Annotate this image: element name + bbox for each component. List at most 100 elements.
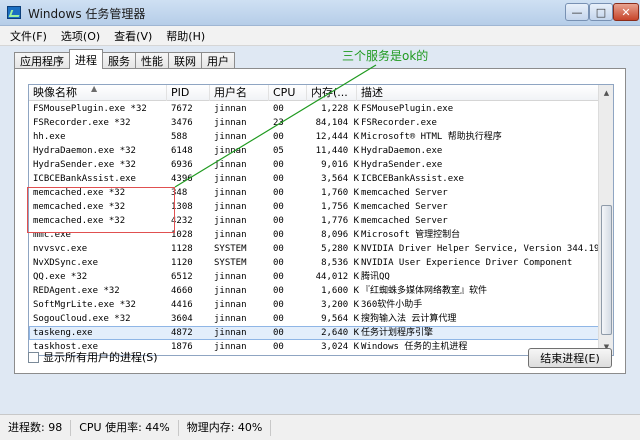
tab-processes[interactable]: 进程 bbox=[69, 49, 103, 69]
column-header-description[interactable]: 描述 bbox=[357, 85, 599, 101]
process-row[interactable]: HydraSender.exe *32 6936 jinnan 00 9,016 K Hy… bbox=[29, 158, 599, 172]
process-row[interactable]: HydraDaemon.exe *32 6148 jinnan 05 11,440 KH… bbox=[29, 144, 599, 158]
process-name: NvXDSync.exe bbox=[33, 258, 99, 268]
process-list[interactable]: 映像名称 ▲ PID 用户名 CPU 内存(... 描述 FSMousePlug… bbox=[28, 84, 614, 356]
process-pid: 1028 bbox=[171, 230, 193, 240]
menu-view[interactable]: 查看(V) bbox=[107, 28, 159, 44]
process-cpu: 00 bbox=[273, 202, 284, 212]
process-name: ICBCEBankAssist.exe bbox=[33, 174, 136, 184]
process-name: FSRecorder.exe *32 bbox=[33, 118, 131, 128]
process-cpu: 00 bbox=[273, 244, 284, 254]
process-user: jinnan bbox=[214, 174, 247, 184]
process-memory: 8,096 K bbox=[321, 230, 359, 240]
process-pid: 1120 bbox=[171, 258, 193, 268]
process-row[interactable]: nvvsvc.exe 1128 SYSTEM 00 5,280 K NVIDIA Driv… bbox=[29, 242, 599, 256]
tab-performance[interactable]: 性能 bbox=[135, 52, 169, 69]
process-row[interactable]: taskeng.exe 4872 jinnan 00 2,640 K 任务计划程序引擎 bbox=[29, 326, 599, 340]
column-header-cpu[interactable]: CPU bbox=[269, 85, 307, 101]
scroll-thumb[interactable] bbox=[601, 205, 612, 335]
menu-options[interactable]: 选项(O) bbox=[54, 28, 107, 44]
process-name: memcached.exe *32 bbox=[33, 188, 126, 198]
process-pid: 6936 bbox=[171, 160, 193, 170]
column-header-name[interactable]: 映像名称 ▲ bbox=[29, 85, 167, 101]
menu-file[interactable]: 文件(F) bbox=[0, 28, 54, 44]
process-row[interactable]: NvXDSync.exe 1120 SYSTEM 00 8,536 K NVIDIA Us… bbox=[29, 256, 599, 270]
process-memory: 9,016 K bbox=[321, 160, 359, 170]
end-process-button[interactable]: 结束进程(E) bbox=[528, 348, 612, 368]
process-name: HydraSender.exe *32 bbox=[33, 160, 136, 170]
process-memory: 1,228 K bbox=[321, 104, 359, 114]
tab-strip: 应用程序 进程 服务 性能 联网 用户 bbox=[14, 49, 235, 69]
status-bar: 进程数: 98 CPU 使用率: 44% 物理内存: 40% bbox=[0, 414, 640, 440]
process-memory: 8,536 K bbox=[321, 258, 359, 268]
sort-ascending-icon: ▲ bbox=[91, 84, 98, 93]
process-name: hh.exe bbox=[33, 132, 66, 142]
process-name: nvvsvc.exe bbox=[33, 244, 88, 254]
process-user: SYSTEM bbox=[214, 244, 247, 254]
column-header-pid[interactable]: PID bbox=[167, 85, 210, 101]
annotation-text: 三个服务是ok的 bbox=[342, 49, 429, 63]
process-pid: 3476 bbox=[171, 118, 193, 128]
process-row[interactable]: memcached.exe *32 4232 jinnan 00 1,776 Kmemc… bbox=[29, 214, 599, 228]
process-memory: 12,444 K bbox=[315, 132, 359, 142]
process-name: memcached.exe *32 bbox=[33, 216, 126, 226]
process-memory: 1,756 K bbox=[321, 202, 359, 212]
close-button[interactable]: ✕ bbox=[613, 3, 639, 21]
process-row[interactable]: FSRecorder.exe *32 3476 jinnan 23 84,104 K FS… bbox=[29, 116, 599, 130]
process-cpu: 23 bbox=[273, 118, 284, 128]
process-row[interactable]: memcached.exe *32 1308 jinnan 00 1,756 Kmemc… bbox=[29, 200, 599, 214]
process-description: ICBCEBankAssist.exe bbox=[361, 174, 464, 184]
status-process-count: 进程数: 98 bbox=[0, 419, 72, 436]
tab-applications[interactable]: 应用程序 bbox=[14, 52, 70, 69]
process-name: taskeng.exe bbox=[33, 328, 93, 338]
process-row[interactable]: mmc.exe 1028 jinnan 00 8,096 K Microsoft 管理控制… bbox=[29, 228, 599, 242]
process-memory: 84,104 K bbox=[315, 118, 359, 128]
process-memory: 1,760 K bbox=[321, 188, 359, 198]
tab-users[interactable]: 用户 bbox=[201, 52, 235, 69]
process-description: HydraSender.exe bbox=[361, 160, 443, 170]
tab-services[interactable]: 服务 bbox=[102, 52, 136, 69]
process-description: Microsoft® HTML 帮助执行程序 bbox=[361, 132, 502, 142]
process-cpu: 05 bbox=[273, 146, 284, 156]
scroll-up-arrow-icon[interactable]: ▲ bbox=[600, 86, 613, 100]
process-row[interactable]: REDAgent.exe *32 4660 jinnan 00 1,600 K 『红蜘蛛多… bbox=[29, 284, 599, 298]
process-pid: 3604 bbox=[171, 314, 193, 324]
process-pid: 7672 bbox=[171, 104, 193, 114]
show-all-users-checkbox[interactable]: 显示所有用户的进程(S) bbox=[28, 349, 158, 365]
process-cpu: 00 bbox=[273, 174, 284, 184]
process-row[interactable]: QQ.exe *32 6512 jinnan 00 44,012 K 腾讯QQ bbox=[29, 270, 599, 284]
menu-help[interactable]: 帮助(H) bbox=[159, 28, 212, 44]
vertical-scrollbar[interactable]: ▲ ▼ bbox=[598, 85, 613, 355]
process-memory: 44,012 K bbox=[315, 272, 359, 282]
process-row[interactable]: SogouCloud.exe *32 3604 jinnan 00 9,564 K 搜狗输… bbox=[29, 312, 599, 326]
process-name: SoftMgrLite.exe *32 bbox=[33, 300, 136, 310]
process-row[interactable]: ICBCEBankAssist.exe 4396 jinnan 00 3,564 K IC… bbox=[29, 172, 599, 186]
minimize-button[interactable]: — bbox=[565, 3, 589, 21]
process-row[interactable]: memcached.exe *32 348 jinnan 00 1,760 Kmemca… bbox=[29, 186, 599, 200]
process-row[interactable]: FSMousePlugin.exe *32 7672 jinnan 00 1,228 K… bbox=[29, 102, 599, 116]
process-row[interactable]: SoftMgrLite.exe *32 4416 jinnan 00 3,200 K 36… bbox=[29, 298, 599, 312]
tab-networking[interactable]: 联网 bbox=[168, 52, 202, 69]
process-user: jinnan bbox=[214, 202, 247, 212]
process-name: QQ.exe *32 bbox=[33, 272, 88, 282]
column-header-memory[interactable]: 内存(... bbox=[307, 85, 357, 101]
process-memory: 3,564 K bbox=[321, 174, 359, 184]
process-user: jinnan bbox=[214, 342, 247, 352]
process-description: memcached Server bbox=[361, 216, 448, 226]
process-pid: 1308 bbox=[171, 202, 193, 212]
process-row[interactable]: hh.exe 588 jinnan 00 12,444 K Microsoft® HTML… bbox=[29, 130, 599, 144]
process-user: jinnan bbox=[214, 216, 247, 226]
process-memory: 3,200 K bbox=[321, 300, 359, 310]
column-headers: 映像名称 ▲ PID 用户名 CPU 内存(... 描述 bbox=[29, 85, 599, 101]
checkbox-box[interactable] bbox=[28, 351, 39, 363]
process-user: jinnan bbox=[214, 328, 247, 338]
process-pid: 4660 bbox=[171, 286, 193, 296]
process-pid: 348 bbox=[171, 188, 188, 198]
column-header-user[interactable]: 用户名 bbox=[210, 85, 269, 101]
title-bar[interactable]: Windows 任务管理器 — □ ✕ bbox=[0, 0, 640, 26]
process-user: jinnan bbox=[214, 272, 247, 282]
status-cpu-usage: CPU 使用率: 44% bbox=[71, 419, 179, 436]
maximize-button[interactable]: □ bbox=[589, 3, 613, 21]
status-physical-memory: 物理内存: 40% bbox=[179, 419, 272, 436]
process-pid: 588 bbox=[171, 132, 188, 142]
